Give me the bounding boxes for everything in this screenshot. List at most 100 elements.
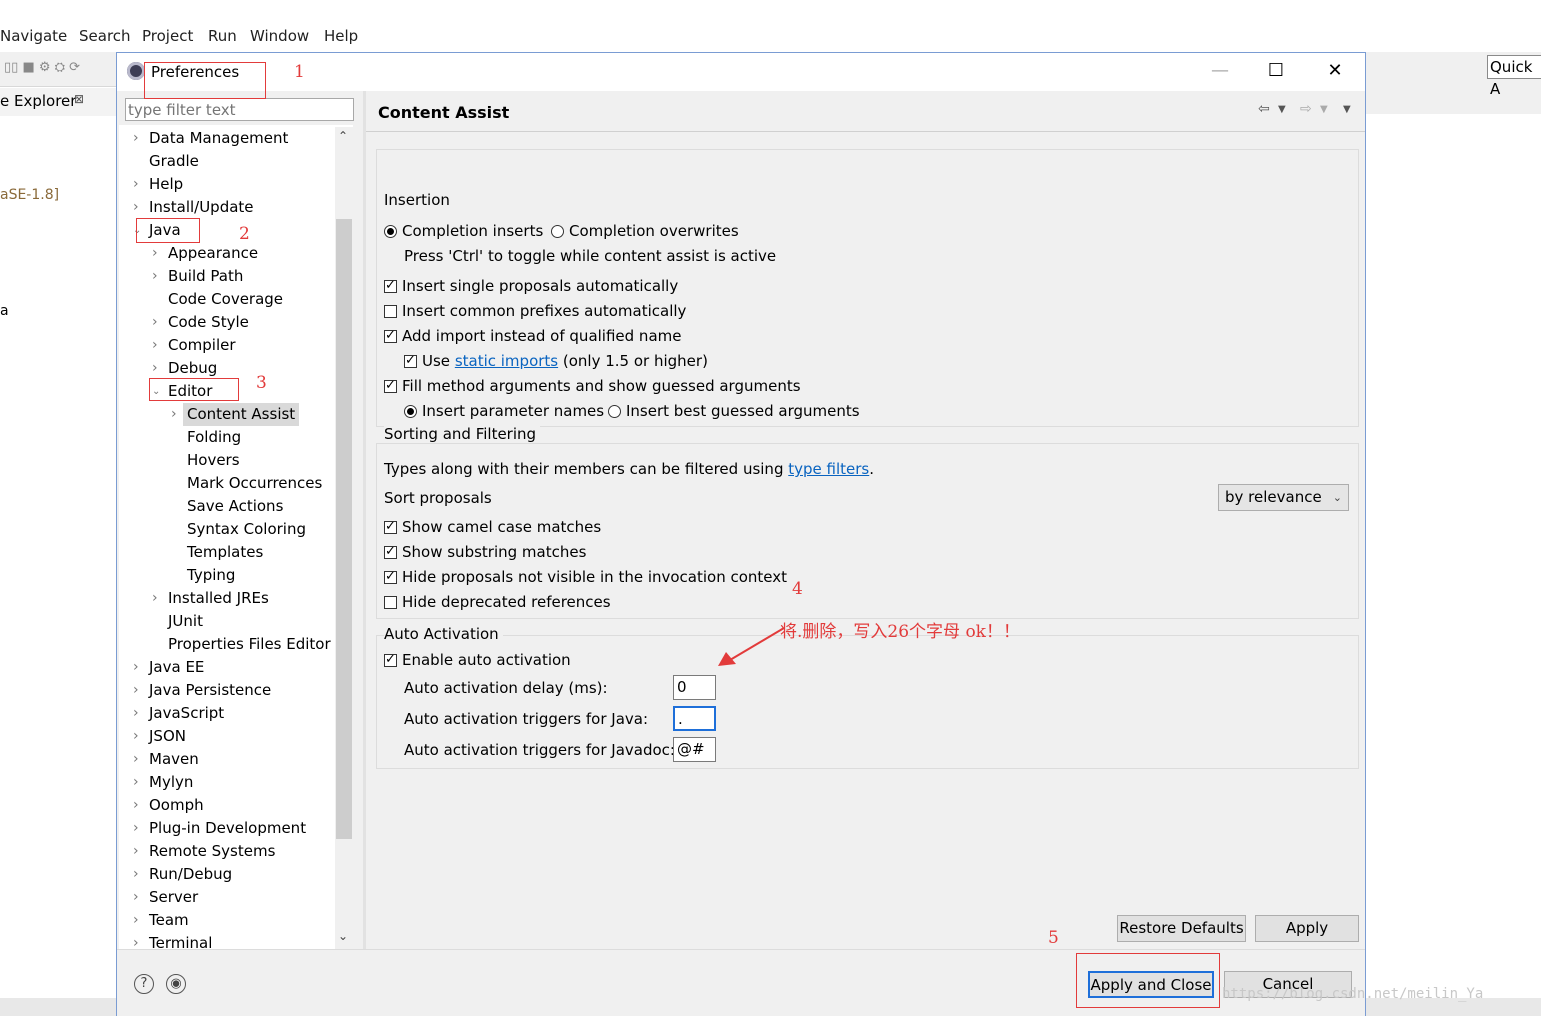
chevron-right-icon[interactable]: › xyxy=(152,357,158,380)
chevron-right-icon[interactable]: › xyxy=(133,840,139,863)
chevron-right-icon[interactable]: › xyxy=(133,748,139,771)
javadoc-triggers-input[interactable]: @# xyxy=(673,737,716,762)
tree-item[interactable]: Gradle xyxy=(119,150,333,173)
tree-item[interactable]: › Debug xyxy=(119,357,333,380)
use-static-imports-checkbox[interactable]: Use static imports (only 1.5 or higher) xyxy=(404,351,708,371)
back-menu-chevron-icon[interactable]: ▼ xyxy=(1278,104,1286,115)
tree-item[interactable]: Mark Occurrences xyxy=(119,472,333,495)
apply-button[interactable]: Apply xyxy=(1255,915,1359,942)
menu-run[interactable]: Run xyxy=(208,27,237,45)
tree-item[interactable]: › JavaScript xyxy=(119,702,333,725)
tree-scrollbar-thumb[interactable] xyxy=(336,219,352,839)
filter-input[interactable] xyxy=(125,98,354,121)
chevron-right-icon[interactable]: › xyxy=(171,403,177,426)
chevron-right-icon[interactable]: › xyxy=(133,794,139,817)
tree-item[interactable]: › Mylyn xyxy=(119,771,333,794)
type-filters-link[interactable]: type filters xyxy=(788,460,869,478)
insert-best-guessed-radio[interactable]: Insert best guessed arguments xyxy=(608,401,860,421)
toolbar-icons[interactable]: ▯▯ ■ ⚙ ⛭ ⟳ xyxy=(4,60,80,75)
tree-item[interactable]: › Run/Debug xyxy=(119,863,333,886)
menu-project[interactable]: Project xyxy=(142,27,193,45)
tree-item[interactable]: › Data Management xyxy=(119,127,333,150)
tree-item[interactable]: › Maven xyxy=(119,748,333,771)
tree-item[interactable]: Hovers xyxy=(119,449,333,472)
tree-item[interactable]: › Java Persistence xyxy=(119,679,333,702)
explorer-tab[interactable]: e Explorer ⊠ xyxy=(0,88,116,116)
completion-inserts-radio[interactable]: Completion inserts xyxy=(384,221,543,241)
tree-item[interactable]: Typing xyxy=(119,564,333,587)
substring-checkbox[interactable]: Show substring matches xyxy=(384,542,586,562)
chevron-right-icon[interactable]: › xyxy=(133,909,139,932)
chevron-right-icon[interactable]: › xyxy=(133,679,139,702)
forward-icon[interactable]: ⇨ xyxy=(1300,101,1312,117)
tree-item[interactable]: JUnit xyxy=(119,610,333,633)
tree-item[interactable]: Folding xyxy=(119,426,333,449)
quick-access-input[interactable]: Quick A xyxy=(1487,55,1541,98)
tree-item[interactable]: › Server xyxy=(119,886,333,909)
view-menu-chevron-icon[interactable]: ▼ xyxy=(1343,104,1351,115)
tree-item[interactable]: › Appearance xyxy=(119,242,333,265)
tree-item[interactable]: › Team xyxy=(119,909,333,932)
forward-menu-chevron-icon[interactable]: ▼ xyxy=(1320,104,1328,115)
tree-item[interactable]: Properties Files Editor xyxy=(119,633,333,656)
maximize-icon[interactable]: ☐ xyxy=(1253,53,1299,89)
menu-search[interactable]: Search xyxy=(79,27,131,45)
minimize-icon[interactable]: — xyxy=(1197,53,1243,89)
sort-proposals-select[interactable]: by relevance ⌄ xyxy=(1218,484,1349,511)
chevron-right-icon[interactable]: › xyxy=(133,886,139,909)
enable-auto-activation-checkbox[interactable]: Enable auto activation xyxy=(384,650,571,670)
hide-deprecated-checkbox[interactable]: Hide deprecated references xyxy=(384,592,611,612)
tree-item[interactable]: Templates xyxy=(119,541,333,564)
chevron-right-icon[interactable]: › xyxy=(133,702,139,725)
chevron-right-icon[interactable]: › xyxy=(152,587,158,610)
tree-item[interactable]: › JSON xyxy=(119,725,333,748)
chevron-right-icon[interactable]: › xyxy=(152,265,158,288)
back-icon[interactable]: ⇦ xyxy=(1258,101,1270,117)
tree-item[interactable]: › Remote Systems xyxy=(119,840,333,863)
tree-item[interactable]: Save Actions xyxy=(119,495,333,518)
chevron-right-icon[interactable]: › xyxy=(133,173,139,196)
menu-navigate[interactable]: Navigate xyxy=(0,27,67,45)
tree-item[interactable]: › Oomph xyxy=(119,794,333,817)
static-imports-link[interactable]: static imports xyxy=(455,352,558,370)
add-import-checkbox[interactable]: Add import instead of qualified name xyxy=(384,326,681,346)
fill-args-checkbox[interactable]: Fill method arguments and show guessed a… xyxy=(384,376,801,396)
tree-item[interactable]: Syntax Coloring xyxy=(119,518,333,541)
chevron-right-icon[interactable]: › xyxy=(152,242,158,265)
tree-item[interactable]: › Installed JREs xyxy=(119,587,333,610)
chevron-right-icon[interactable]: › xyxy=(133,656,139,679)
chevron-right-icon[interactable]: › xyxy=(133,771,139,794)
chevron-right-icon[interactable]: › xyxy=(133,127,139,150)
tree-item[interactable]: › Content Assist xyxy=(119,403,333,426)
java-triggers-input[interactable]: . xyxy=(673,706,716,731)
chevron-right-icon[interactable]: › xyxy=(152,334,158,357)
tree-item[interactable]: › Install/Update xyxy=(119,196,333,219)
menu-help[interactable]: Help xyxy=(324,27,358,45)
insert-param-names-radio[interactable]: Insert parameter names xyxy=(404,401,604,421)
scroll-up-icon[interactable]: ⌃ xyxy=(338,129,348,143)
tree-item[interactable]: Code Coverage xyxy=(119,288,333,311)
scroll-down-icon[interactable]: ⌄ xyxy=(338,929,348,943)
tree-item[interactable]: › Compiler xyxy=(119,334,333,357)
tree-item[interactable]: › Help xyxy=(119,173,333,196)
chevron-right-icon[interactable]: › xyxy=(133,817,139,840)
menu-window[interactable]: Window xyxy=(250,27,309,45)
insert-common-checkbox[interactable]: Insert common prefixes automatically xyxy=(384,301,686,321)
completion-overwrites-radio[interactable]: Completion overwrites xyxy=(551,221,739,241)
delay-input[interactable]: 0 xyxy=(673,675,716,700)
chevron-right-icon[interactable]: › xyxy=(152,311,158,334)
help-icon[interactable]: ? xyxy=(134,974,154,994)
tree-item[interactable]: › Build Path xyxy=(119,265,333,288)
close-icon[interactable]: ✕ xyxy=(1312,53,1358,89)
tree-item[interactable]: › Code Style xyxy=(119,311,333,334)
hide-not-visible-checkbox[interactable]: Hide proposals not visible in the invoca… xyxy=(384,567,787,587)
close-icon[interactable]: ⊠ xyxy=(74,92,84,106)
camel-case-checkbox[interactable]: Show camel case matches xyxy=(384,517,601,537)
chevron-right-icon[interactable]: › xyxy=(133,196,139,219)
chevron-right-icon[interactable]: › xyxy=(133,863,139,886)
chevron-right-icon[interactable]: › xyxy=(133,725,139,748)
tree-item[interactable]: › Java EE xyxy=(119,656,333,679)
tree-item[interactable]: › Plug-in Development xyxy=(119,817,333,840)
restore-defaults-button[interactable]: Restore Defaults xyxy=(1117,915,1246,942)
insert-single-checkbox[interactable]: Insert single proposals automatically xyxy=(384,276,678,296)
